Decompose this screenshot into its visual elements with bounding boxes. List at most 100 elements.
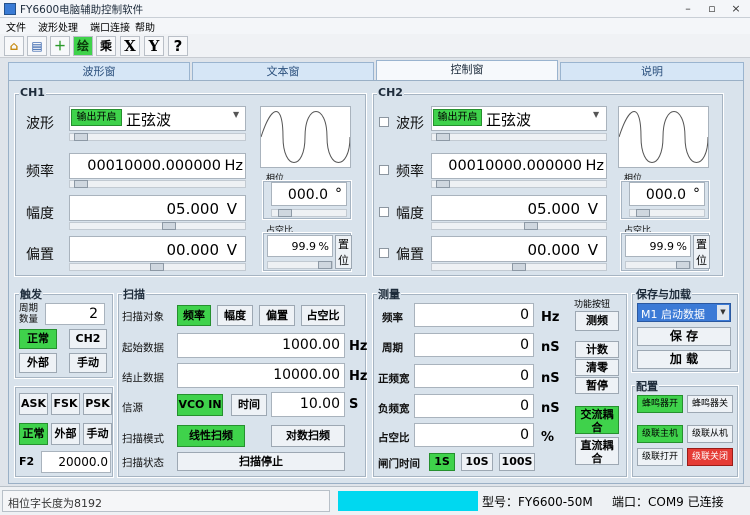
ch1-amp-field[interactable]: 05.000 V (69, 195, 246, 221)
ch1-phase-slider[interactable] (271, 209, 347, 217)
modulation-external-button[interactable]: 外部 (51, 423, 80, 445)
sweep-target-offset-button[interactable]: 偏置 (259, 305, 295, 326)
multiply-button[interactable]: 乘 (96, 36, 116, 56)
psk-button[interactable]: PSK (83, 393, 112, 415)
ch2-freq-slider[interactable] (431, 180, 607, 188)
sweep-target-duty-button[interactable]: 占空比 (301, 305, 345, 326)
modulation-normal-button[interactable]: 正常 (19, 423, 48, 445)
add-icon[interactable]: ＋ (50, 36, 70, 56)
trigger-external-button[interactable]: 外部 (19, 353, 57, 373)
ch2-output-button[interactable]: 输出开启 (433, 109, 482, 126)
ch1-output-button[interactable]: 输出开启 (71, 109, 122, 126)
tab-control[interactable]: 控制窗 (376, 60, 558, 80)
trigger-normal-button[interactable]: 正常 (19, 329, 57, 349)
ch1-phase-field[interactable]: 000.0 ° (271, 182, 347, 206)
measure-freq-button[interactable]: 测频 (575, 311, 619, 331)
ch2-duty-field[interactable]: 99.9 % (625, 235, 691, 257)
sweep-source-time-button[interactable]: 时间 (231, 394, 267, 416)
ch1-duty-slider[interactable] (267, 261, 333, 269)
preset-select[interactable]: M1 启动数据 ▼ (637, 303, 731, 322)
trigger-cycles-field[interactable]: 2 (45, 303, 105, 325)
minimize-button[interactable]: – (676, 0, 700, 17)
gate-100s-button[interactable]: 100S (499, 453, 535, 471)
buzzer-on-button[interactable]: 蜂鸣器开 (637, 395, 683, 413)
clear-button[interactable]: 清零 (575, 359, 619, 376)
ch2-wave-select[interactable]: 输出开启 正弦波 ▼ (431, 106, 607, 131)
modulation-manual-button[interactable]: 手动 (83, 423, 112, 445)
cascade-open-button[interactable]: 级联打开 (637, 448, 683, 466)
gate-1s-button[interactable]: 1S (429, 453, 455, 471)
ch1-offset-field[interactable]: 00.000 V (69, 236, 246, 262)
trigger-ch2-button[interactable]: CH2 (69, 329, 107, 349)
ch2-amp-checkbox[interactable] (379, 207, 389, 217)
ch2-amp-slider[interactable] (431, 222, 607, 230)
ch2-amp-field[interactable]: 05.000 V (431, 195, 607, 221)
chevron-down-icon[interactable]: ▼ (233, 110, 245, 128)
ch1-duty-field[interactable]: 99.9 % (267, 235, 333, 257)
ch1-freq-slider[interactable] (69, 180, 246, 188)
ch1-wave-select[interactable]: 输出开启 正弦波 ▼ (69, 106, 246, 131)
ch2-freq-checkbox[interactable] (379, 165, 389, 175)
f2-label: F2 (19, 455, 35, 468)
sweep-start-field[interactable]: 1000.00 (177, 333, 345, 358)
menu-help[interactable]: 帮助 (135, 19, 155, 34)
ch1-duty-unit: % (318, 240, 329, 253)
ch2-duty-reset-button[interactable]: 置位 (693, 235, 710, 269)
menu-port-connect[interactable]: 端口连接 (90, 19, 130, 34)
load-button[interactable]: 加 载 (637, 350, 731, 369)
ch2-offset-field[interactable]: 00.000 V (431, 236, 607, 262)
tab-waveform[interactable]: 波形窗 (8, 62, 190, 80)
sweep-mode-linear-button[interactable]: 线性扫频 (177, 425, 245, 447)
menu-wave-processing[interactable]: 波形处理 (38, 19, 78, 34)
ac-coupling-button[interactable]: 交流耦合 (575, 406, 619, 434)
ch2-wave-checkbox[interactable] (379, 117, 389, 127)
maximize-button[interactable]: ▫ (700, 0, 724, 17)
close-button[interactable]: × (724, 0, 748, 17)
tab-help[interactable]: 说明 (560, 62, 744, 80)
ask-button[interactable]: ASK (19, 393, 48, 415)
save-icon[interactable]: ▤ (27, 36, 47, 56)
ch1-freq-label: 频率 (26, 164, 54, 180)
gate-10s-button[interactable]: 10S (461, 453, 493, 471)
menu-file[interactable]: 文件 (6, 19, 26, 34)
sweep-mode-log-button[interactable]: 对数扫频 (271, 425, 345, 447)
draw-button[interactable]: 绘 (73, 36, 93, 56)
chevron-down-icon[interactable]: ▼ (593, 110, 605, 128)
trigger-manual-button[interactable]: 手动 (69, 353, 107, 373)
tab-text[interactable]: 文本窗 (192, 62, 374, 80)
ch1-duty-reset-button[interactable]: 置位 (335, 235, 352, 269)
ch2-duty-slider[interactable] (625, 261, 691, 269)
dc-coupling-button[interactable]: 直流耦合 (575, 437, 619, 465)
sweep-end-field[interactable]: 10000.00 (177, 363, 345, 388)
fsk-button[interactable]: FSK (51, 393, 80, 415)
x-button[interactable]: X (120, 36, 140, 56)
sweep-target-freq-button[interactable]: 频率 (177, 305, 211, 326)
y-button[interactable]: Y (144, 36, 164, 56)
ch2-wave-slider[interactable] (431, 133, 607, 141)
buzzer-off-button[interactable]: 蜂鸣器关 (687, 395, 733, 413)
ch2-phase-slider[interactable] (629, 209, 705, 217)
ch1-freq-value: 00010000.000000 (87, 158, 221, 174)
cascade-master-button[interactable]: 级联主机 (637, 425, 683, 443)
ch2-phase-field[interactable]: 000.0 ° (629, 182, 705, 206)
pause-button[interactable]: 暂停 (575, 377, 619, 394)
ch2-freq-field[interactable]: 00010000.000000 Hz (431, 153, 607, 179)
sweep-source-vco-button[interactable]: VCO IN (177, 394, 223, 416)
sweep-time-field[interactable]: 10.00 (271, 392, 345, 417)
save-button[interactable]: 保 存 (637, 327, 731, 346)
f2-field[interactable]: 20000.0 (41, 451, 111, 473)
cascade-close-button[interactable]: 级联关闭 (687, 448, 733, 466)
ch1-amp-slider[interactable] (69, 222, 246, 230)
sweep-target-amp-button[interactable]: 幅度 (217, 305, 253, 326)
ch2-offset-checkbox[interactable] (379, 248, 389, 258)
ch1-offset-slider[interactable] (69, 263, 246, 271)
open-icon[interactable]: ⌂ (4, 36, 24, 56)
ch2-offset-slider[interactable] (431, 263, 607, 271)
sweep-stop-button[interactable]: 扫描停止 (177, 452, 345, 471)
ch1-freq-field[interactable]: 00010000.000000 Hz (69, 153, 246, 179)
count-button[interactable]: 计数 (575, 341, 619, 358)
ch1-wave-slider[interactable] (69, 133, 246, 141)
help-icon[interactable]: ? (168, 36, 188, 56)
cascade-slave-button[interactable]: 级联从机 (687, 425, 733, 443)
chevron-down-icon[interactable]: ▼ (717, 305, 729, 320)
